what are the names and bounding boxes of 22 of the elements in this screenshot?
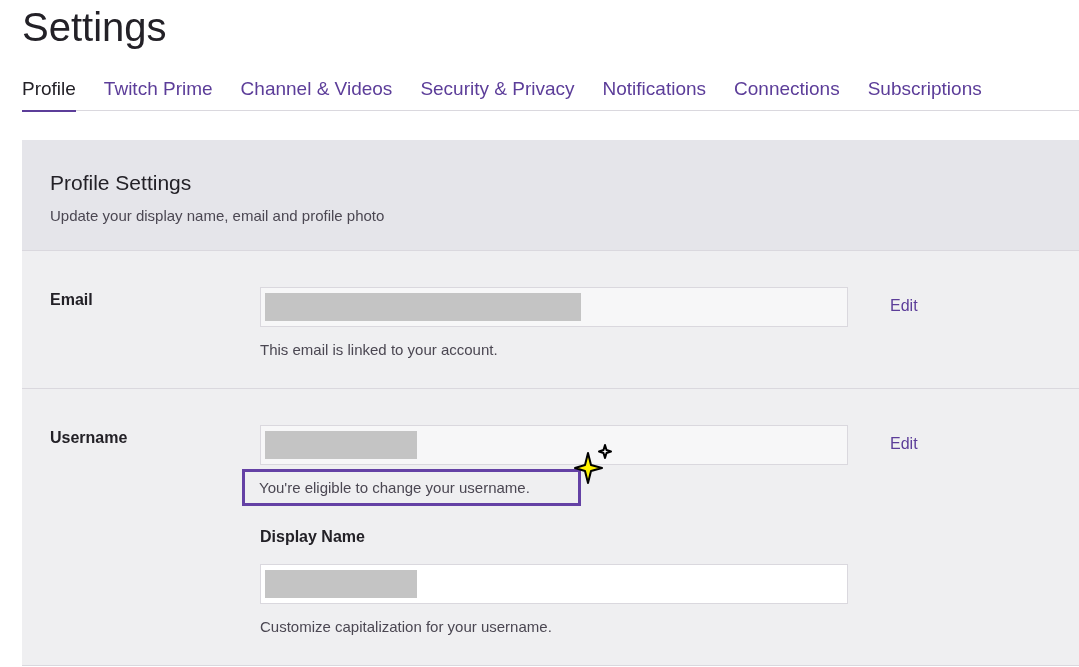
settings-tab[interactable]: Security & Privacy [420, 72, 575, 112]
row-label: Email [50, 290, 94, 310]
field-label: Display Name [260, 528, 366, 546]
settings-tab[interactable]: Profile [22, 72, 76, 112]
hint-text: Customize capitalization for your username. [260, 618, 552, 635]
row-label: Username [50, 428, 129, 448]
input-field[interactable] [260, 564, 848, 604]
input-field[interactable] [260, 425, 848, 465]
sparkle-icon [574, 443, 614, 487]
settings-tab[interactable]: Channel & Videos [240, 72, 393, 112]
page-title: Settings [22, 4, 168, 51]
settings-tab[interactable]: Notifications [602, 72, 707, 112]
settings-tab[interactable]: Connections [734, 72, 840, 112]
edit-link[interactable]: Edit [890, 297, 918, 317]
section-title: Profile Settings [50, 171, 193, 195]
edit-link[interactable]: Edit [890, 435, 918, 455]
input-field[interactable] [260, 287, 848, 327]
settings-tab[interactable]: Subscriptions [867, 72, 982, 112]
section-subtitle: Update your display name, email and profile photo [50, 207, 386, 224]
hint-text: This email is linked to your account. [260, 341, 498, 358]
settings-tab[interactable]: Twitch Prime [103, 72, 213, 112]
hint-text: You're eligible to change your username. [242, 469, 581, 506]
